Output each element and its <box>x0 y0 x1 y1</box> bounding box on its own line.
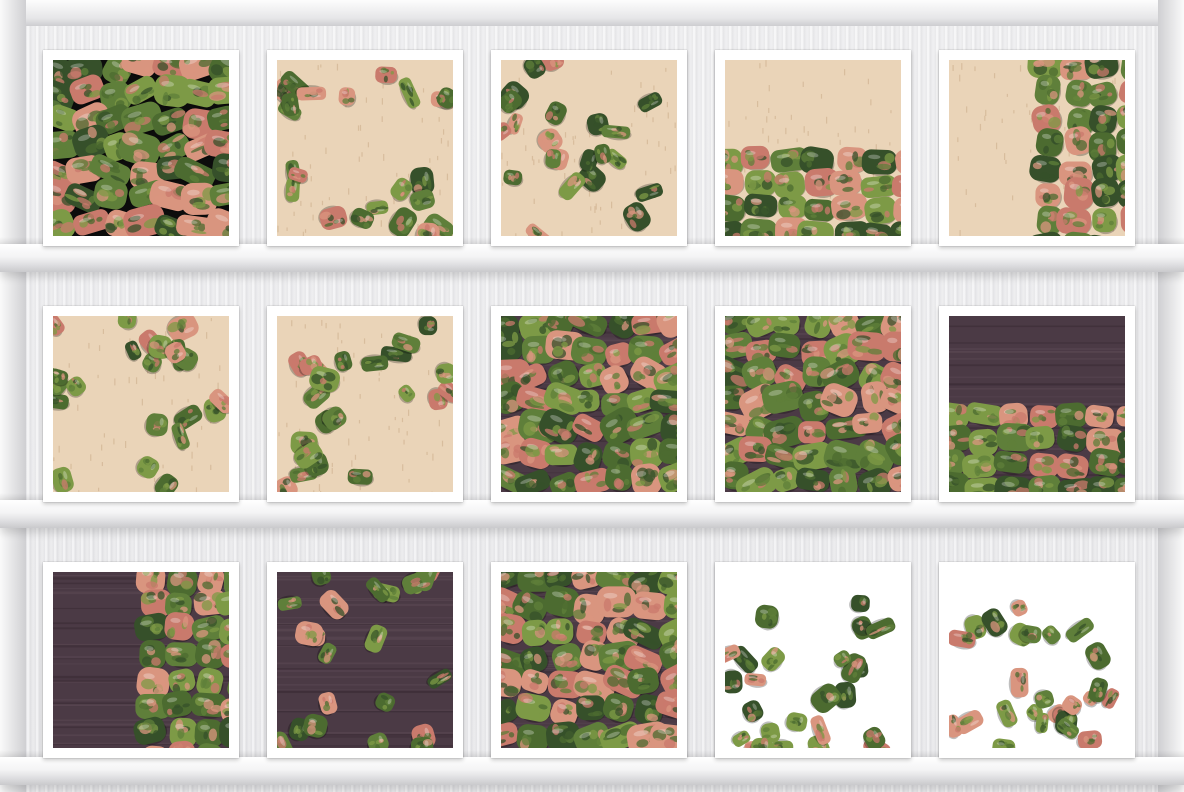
photo-tile[interactable] <box>43 50 239 246</box>
stone-photo <box>277 60 453 236</box>
stone-photo <box>725 316 901 492</box>
photo-tile[interactable] <box>715 50 911 246</box>
stone-photo <box>501 60 677 236</box>
stone-photo <box>949 316 1125 492</box>
photo-tile[interactable] <box>491 306 687 502</box>
photo-tile[interactable] <box>491 562 687 758</box>
shelf-board-1 <box>0 237 1184 272</box>
shelf-top-board <box>0 0 1184 26</box>
stone-photo <box>277 572 453 748</box>
photo-tile[interactable] <box>939 50 1135 246</box>
stone-photo <box>725 572 901 748</box>
stone-photo <box>53 316 229 492</box>
shelf-board-3 <box>0 750 1184 785</box>
photo-tile[interactable] <box>267 562 463 758</box>
stone-photo <box>501 316 677 492</box>
photo-tile[interactable] <box>939 306 1135 502</box>
photo-tile[interactable] <box>43 562 239 758</box>
stone-photo <box>277 316 453 492</box>
stone-photo <box>53 60 229 236</box>
shelf-right-side <box>1158 0 1184 792</box>
shelf-left-side <box>0 0 26 792</box>
stone-photo <box>949 572 1125 748</box>
photo-tile[interactable] <box>939 562 1135 758</box>
stone-photo <box>501 572 677 748</box>
photo-tile[interactable] <box>715 306 911 502</box>
stone-photo <box>53 572 229 748</box>
stone-photo <box>949 60 1125 236</box>
shelf-board-2 <box>0 493 1184 528</box>
photo-tile[interactable] <box>491 50 687 246</box>
photo-tile[interactable] <box>43 306 239 502</box>
photo-tile[interactable] <box>267 50 463 246</box>
stone-photo <box>725 60 901 236</box>
photo-tile[interactable] <box>267 306 463 502</box>
photo-tile[interactable] <box>715 562 911 758</box>
